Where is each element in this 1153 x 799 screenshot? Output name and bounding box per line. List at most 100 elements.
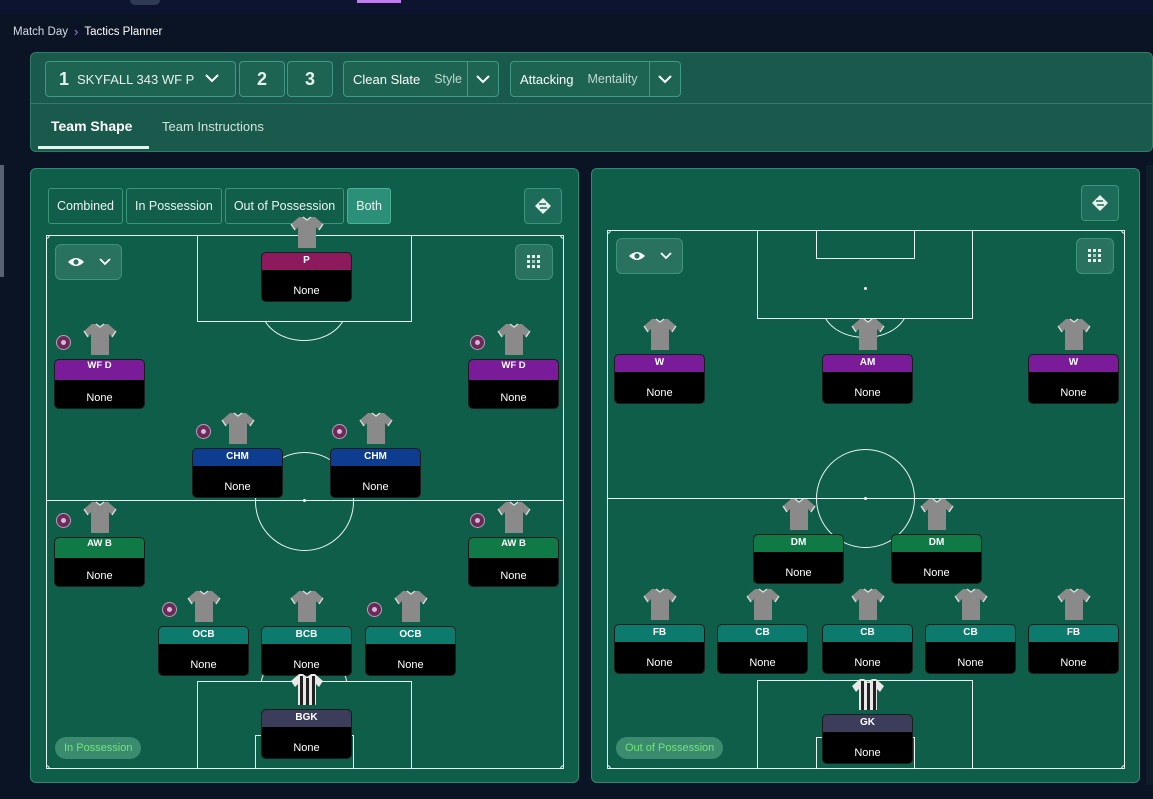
trait-badge-icon[interactable] <box>332 424 347 439</box>
trait-badge-icon[interactable] <box>56 335 71 350</box>
player-role-card: OCB None <box>365 626 456 676</box>
player-card[interactable]: WF D None <box>54 323 145 409</box>
tactic-slot-3-button[interactable]: 3 <box>287 61 333 97</box>
player-name: None <box>293 285 320 297</box>
player-card[interactable]: WF D None <box>468 323 559 409</box>
trait-badge-icon[interactable] <box>367 602 382 617</box>
player-role-card: AW B None <box>468 537 559 587</box>
visibility-dropdown[interactable] <box>55 244 122 280</box>
player-name: None <box>646 387 673 399</box>
breadcrumb-parent[interactable]: Match Day <box>13 26 68 38</box>
player-role-card: W None <box>614 354 705 404</box>
player-role-card: DM None <box>753 534 844 584</box>
tab-team-instructions[interactable]: Team Instructions <box>162 119 264 134</box>
player-card[interactable]: FB None <box>1028 588 1119 674</box>
mentality-selector[interactable]: Attacking Mentality <box>510 61 681 97</box>
player-role-card: P None <box>261 252 352 302</box>
tab-team-shape[interactable]: Team Shape <box>51 118 132 134</box>
tactic-slot-2-button[interactable]: 2 <box>239 61 285 97</box>
shirt-icon <box>496 500 532 534</box>
shirt-icon <box>781 497 817 531</box>
center-spot <box>864 497 867 500</box>
swap-icon[interactable] <box>1081 185 1119 221</box>
player-card[interactable]: GK None <box>822 679 913 764</box>
out-of-possession-pitch-panel: W None AM None W None DM None DM None FB None CB None… <box>591 168 1140 783</box>
player-card[interactable]: W None <box>1028 318 1119 404</box>
left-scroll-edge[interactable] <box>0 165 4 277</box>
swap-icon[interactable] <box>524 188 562 224</box>
trait-badge-icon[interactable] <box>56 513 71 528</box>
player-role-card: BCB None <box>261 626 352 676</box>
player-role-label: WF D <box>55 360 144 380</box>
tactic-slot-number: 1 <box>59 68 70 89</box>
player-name: None <box>646 657 673 669</box>
player-card[interactable]: FB None <box>614 588 705 674</box>
chevron-down-icon[interactable] <box>203 69 221 92</box>
player-role-label: W <box>615 355 704 372</box>
corner-arc <box>1121 765 1125 769</box>
view-mode-out-of-possession[interactable]: Out of Possession <box>224 188 345 224</box>
player-name: None <box>86 392 113 404</box>
player-name: None <box>923 567 950 579</box>
player-role-label: P <box>262 253 351 270</box>
nav-tab-edge[interactable] <box>130 0 160 5</box>
player-role-card: WF D None <box>54 359 145 409</box>
player-role-label: AW B <box>469 538 558 558</box>
player-card[interactable]: P None <box>261 216 352 302</box>
player-role-card: DM None <box>891 534 982 584</box>
visibility-dropdown[interactable] <box>616 238 683 274</box>
trait-badge-icon[interactable] <box>470 513 485 528</box>
shirt-icon <box>850 677 886 711</box>
player-name: None <box>293 742 320 754</box>
player-role-card: CB None <box>925 624 1016 674</box>
grid-icon[interactable] <box>1076 238 1114 274</box>
tactics-header-panel: 1 SKYFALL 343 WF P 2 3 Clean Slate Style… <box>30 52 1153 152</box>
chevron-down-icon[interactable] <box>467 62 498 96</box>
shirt-icon <box>82 500 118 534</box>
style-selector[interactable]: Clean Slate Style <box>343 61 499 97</box>
center-spot <box>303 499 306 502</box>
player-card[interactable]: CB None <box>717 588 808 674</box>
breadcrumb-current: Tactics Planner <box>84 25 163 38</box>
view-mode-both[interactable]: Both <box>347 188 391 224</box>
player-role-label: FB <box>1029 625 1118 642</box>
player-role-card: CHM None <box>330 448 421 498</box>
chevron-down-icon[interactable] <box>649 62 680 96</box>
player-card[interactable]: AW B None <box>468 501 559 587</box>
player-card[interactable]: CHM None <box>330 412 421 498</box>
player-name: None <box>854 657 881 669</box>
player-name: None <box>293 659 320 671</box>
shirt-icon <box>186 589 222 623</box>
player-name: None <box>86 570 113 582</box>
eye-icon <box>67 258 84 266</box>
player-card[interactable]: DM None <box>891 498 982 584</box>
trait-badge-icon[interactable] <box>470 335 485 350</box>
grid-icon[interactable] <box>515 244 553 280</box>
trait-badge-icon[interactable] <box>196 424 211 439</box>
right-scroll-edge[interactable] <box>1146 165 1153 785</box>
player-card[interactable]: AW B None <box>54 501 145 587</box>
player-role-label: AW B <box>55 538 144 558</box>
player-card[interactable]: DM None <box>753 498 844 584</box>
view-mode-combined[interactable]: Combined <box>48 188 123 224</box>
player-card[interactable]: CHM None <box>192 412 283 498</box>
view-mode-in-possession[interactable]: In Possession <box>125 188 222 224</box>
player-card[interactable]: W None <box>614 318 705 404</box>
player-name: None <box>362 481 389 493</box>
player-role-card: CHM None <box>192 448 283 498</box>
player-role-label: CB <box>926 625 1015 642</box>
trait-badge-icon[interactable] <box>162 602 177 617</box>
player-role-label: GK <box>823 715 912 732</box>
player-card[interactable]: BCB None <box>261 590 352 676</box>
top-goal-area <box>816 230 915 259</box>
player-name: None <box>854 747 881 759</box>
player-role-label: BGK <box>262 710 351 727</box>
player-card[interactable]: OCB None <box>365 590 456 676</box>
player-card[interactable]: BGK None <box>261 674 352 759</box>
tactic-slot-1-selector[interactable]: 1 SKYFALL 343 WF P <box>45 61 236 97</box>
player-card[interactable]: CB None <box>822 588 913 674</box>
player-card[interactable]: OCB None <box>158 590 249 676</box>
player-name: None <box>500 570 527 582</box>
player-card[interactable]: AM None <box>822 318 913 404</box>
player-card[interactable]: CB None <box>925 588 1016 674</box>
